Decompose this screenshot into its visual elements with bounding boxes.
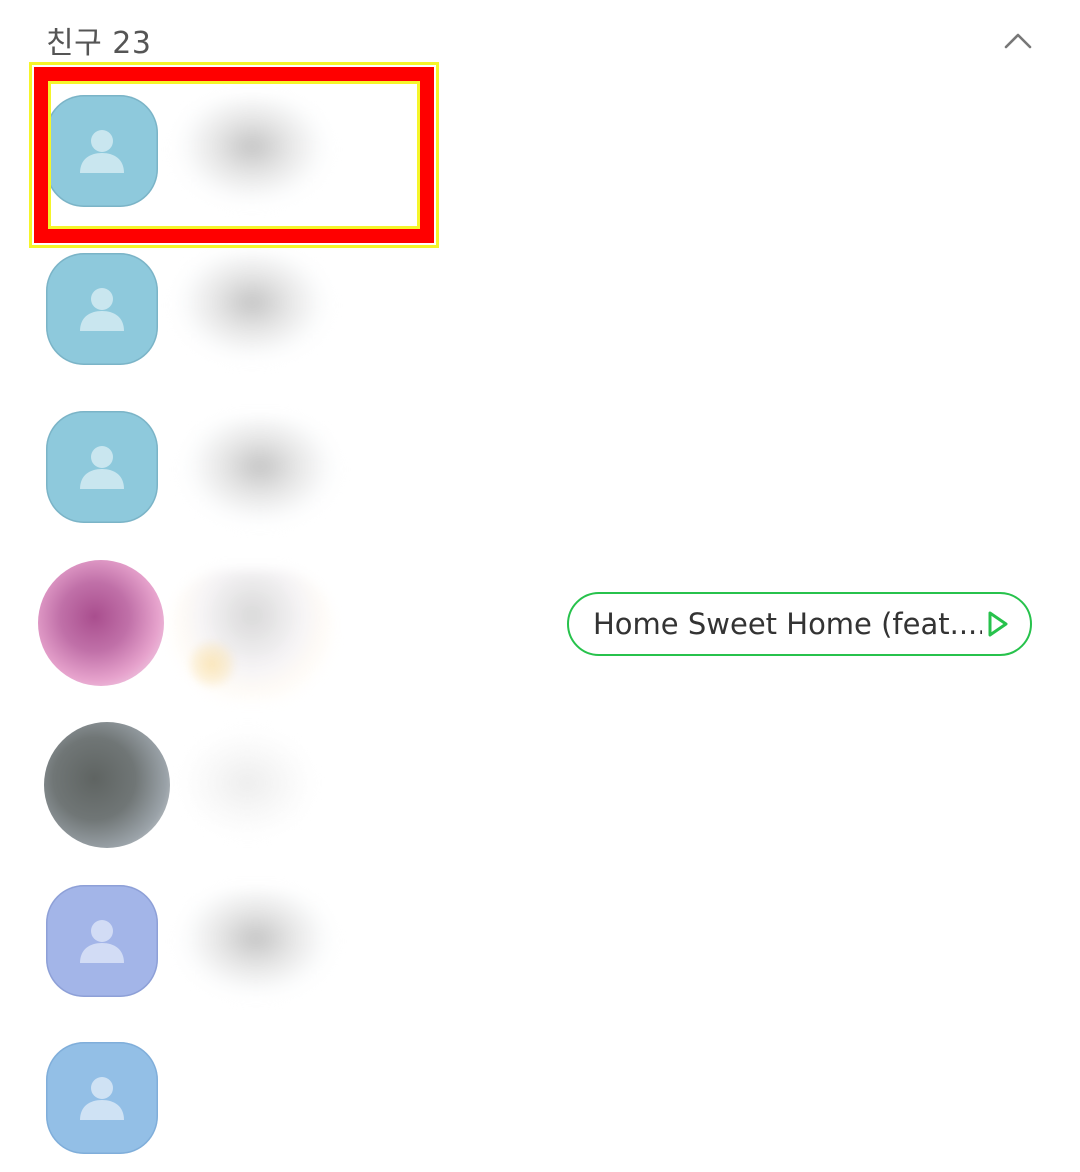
default-profile-icon (80, 1077, 124, 1120)
friend-name-blurred (176, 889, 336, 999)
friend-row[interactable] (0, 75, 1080, 225)
avatar-photo[interactable] (44, 722, 170, 848)
friend-name-blurred (172, 253, 332, 363)
default-profile-icon (80, 130, 124, 173)
avatar-photo[interactable] (38, 560, 164, 686)
music-status-button[interactable]: Home Sweet Home (feat.... (567, 592, 1032, 656)
friend-row[interactable] (0, 1022, 1080, 1172)
default-profile-icon (80, 920, 124, 963)
status-emoji-blurred (190, 642, 234, 686)
friend-name-blurred (172, 97, 332, 207)
song-title: Home Sweet Home (feat.... (593, 607, 982, 641)
friend-name-blurred (180, 417, 340, 527)
friend-row[interactable] (0, 391, 1080, 541)
avatar[interactable] (46, 411, 158, 523)
friend-row[interactable] (0, 865, 1080, 1015)
avatar[interactable] (46, 95, 158, 207)
friend-row[interactable] (0, 710, 1080, 860)
play-icon (988, 611, 1008, 637)
avatar[interactable] (46, 253, 158, 365)
default-profile-icon (80, 288, 124, 331)
friend-row[interactable] (0, 233, 1080, 383)
friend-name-blurred (172, 570, 332, 700)
avatar[interactable] (46, 1042, 158, 1154)
friend-list: Home Sweet Home (feat.... (0, 0, 1080, 1154)
default-profile-icon (80, 446, 124, 489)
avatar[interactable] (46, 885, 158, 997)
friend-name-blurred (180, 728, 315, 838)
